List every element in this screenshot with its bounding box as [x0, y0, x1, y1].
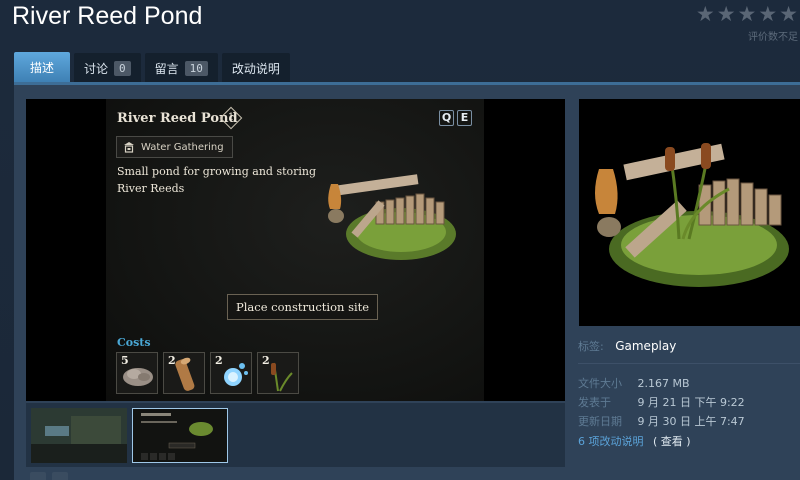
category-chip: Water Gathering	[116, 136, 233, 158]
thumbnail-menu-image	[133, 409, 227, 462]
key-e-icon: E	[457, 110, 472, 126]
change-notes-link[interactable]: 6 项改动说明	[578, 435, 644, 448]
tab-description[interactable]: 描述	[14, 52, 71, 83]
cost-slot: 2	[163, 352, 205, 394]
count-badge: 10	[184, 60, 208, 76]
page-title: River Reed Pond	[12, 2, 203, 30]
view-changes-link[interactable]: ( 查看 )	[653, 435, 691, 448]
star-icon: ★	[779, 2, 798, 26]
scroll-right-button[interactable]	[52, 472, 68, 480]
cost-slot: 5	[116, 352, 158, 394]
tab-label: 讨论	[84, 61, 109, 76]
item-preview-image	[579, 99, 800, 326]
updated-row: 更新日期 9 月 30 日 上午 7:47	[578, 413, 745, 429]
tab-label: 留言	[154, 61, 179, 76]
file-size-value: 2.167 MB	[637, 377, 690, 390]
rating-text: 评价数不足	[748, 32, 798, 43]
tag-row: 标签: Gameplay	[578, 338, 676, 354]
cost-slot: 2	[210, 352, 252, 394]
thumbnail-strip	[26, 403, 565, 467]
change-notes-row: 6 项改动说明 ( 查看 )	[578, 433, 691, 449]
tab-comments[interactable]: 留言 10	[144, 53, 218, 83]
cost-slot: 2	[257, 352, 299, 394]
thumbnail-scene-image	[31, 408, 127, 463]
updated-value: 9 月 30 日 上午 7:47	[637, 415, 745, 428]
posted-row: 发表于 9 月 21 日 下午 9:22	[578, 394, 745, 410]
updated-label: 更新日期	[578, 415, 622, 428]
key-q-icon: Q	[439, 110, 454, 126]
scroll-left-button[interactable]	[30, 472, 46, 480]
costs-label: Costs	[117, 336, 151, 349]
tag-label: 标签:	[578, 340, 604, 353]
tag-link[interactable]: Gameplay	[615, 339, 676, 353]
tab-change-notes[interactable]: 改动说明	[221, 53, 290, 83]
rating-stars: ★ ★ ★ ★ ★	[696, 4, 798, 25]
file-size-row: 文件大小 2.167 MB	[578, 375, 690, 391]
star-icon: ★	[737, 2, 757, 26]
cost-list: 5 2 2 2	[116, 352, 299, 394]
count-badge: 0	[114, 60, 131, 76]
game-build-menu: River Reed Pond 1 Q E Water Gathering Sm…	[106, 99, 484, 401]
pond-model-image	[328, 174, 456, 260]
tab-discussions[interactable]: 讨论 0	[74, 53, 141, 83]
main-screenshot[interactable]: River Reed Pond 1 Q E Water Gathering Sm…	[26, 99, 565, 401]
item-description: Small pond for growing and storing River…	[117, 165, 317, 195]
tab-label: 改动说明	[231, 61, 280, 76]
posted-label: 发表于	[578, 396, 611, 409]
tab-label: 描述	[30, 61, 55, 75]
place-construction-button[interactable]: Place construction site	[227, 294, 379, 320]
divider	[578, 363, 800, 364]
well-icon	[124, 142, 134, 153]
star-icon: ★	[695, 2, 715, 26]
screenshot-thumbnail[interactable]	[31, 408, 127, 463]
file-size-label: 文件大小	[578, 377, 622, 390]
star-icon: ★	[758, 2, 778, 26]
tab-bar: 描述 讨论 0 留言 10 改动说明	[14, 52, 290, 83]
star-icon: ★	[716, 2, 736, 26]
posted-value: 9 月 21 日 下午 9:22	[637, 396, 745, 409]
screenshot-thumbnail-selected[interactable]	[132, 408, 228, 463]
pager-controls	[30, 472, 68, 480]
pond-model-render	[579, 99, 800, 326]
